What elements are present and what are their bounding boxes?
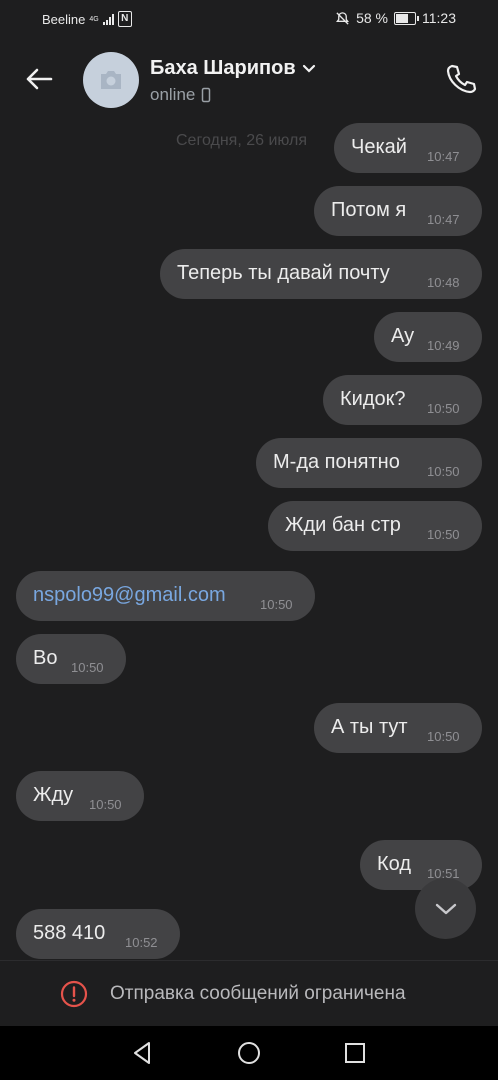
- mobile-device-icon: [202, 87, 211, 103]
- restricted-notice-bar: Отправка сообщений ограничена: [0, 960, 498, 1027]
- status-left: Beeline 4G N: [42, 11, 132, 27]
- contact-name: Баха Шарипов: [150, 57, 296, 79]
- back-button[interactable]: [22, 62, 56, 96]
- message-text: Чекай: [351, 136, 407, 158]
- date-separator: Сегодня, 26 июля: [176, 132, 308, 149]
- message-time: 10:50: [427, 527, 460, 542]
- status-right: 58 % 11:23: [335, 10, 456, 26]
- message-bubble-out[interactable]: М-да понятно 10:50: [256, 438, 482, 488]
- message-bubble-out[interactable]: Жди бан стр 10:50: [268, 501, 482, 551]
- contact-status: online: [150, 85, 196, 104]
- message-time: 10:49: [427, 338, 460, 353]
- message-bubble-in[interactable]: Жду 10:50: [16, 771, 144, 821]
- chat-header: Баха Шарипов online: [0, 38, 498, 122]
- nfc-icon: N: [117, 11, 132, 27]
- message-time: 10:50: [89, 797, 122, 812]
- arrow-left-icon: [26, 68, 53, 90]
- nav-recents-icon[interactable]: [342, 1040, 368, 1066]
- nav-home-icon[interactable]: [236, 1040, 262, 1066]
- restricted-notice-text: Отправка сообщений ограничена: [110, 983, 406, 1004]
- message-time: 10:47: [427, 149, 460, 164]
- message-bubble-out[interactable]: Чекай 10:47: [334, 123, 482, 173]
- message-text: А ты тут: [331, 716, 408, 738]
- call-button[interactable]: [444, 62, 478, 96]
- message-bubble-out[interactable]: Потом я 10:47: [314, 186, 482, 236]
- message-text: Теперь ты давай почту: [177, 262, 390, 284]
- message-bubble-out[interactable]: Ау 10:49: [374, 312, 482, 362]
- message-time: 10:48: [427, 275, 460, 290]
- network-type: 4G: [89, 15, 99, 23]
- message-time: 10:47: [427, 212, 460, 227]
- message-text: Жду: [33, 784, 74, 806]
- status-bar: Beeline 4G N 58 % 11:23: [0, 0, 498, 38]
- message-text: Кидок?: [340, 388, 406, 410]
- message-text: Потом я: [331, 199, 407, 221]
- battery-icon: [394, 11, 419, 25]
- avatar[interactable]: [83, 52, 139, 108]
- message-bubble-out[interactable]: Теперь ты давай почту 10:48: [160, 249, 482, 299]
- message-bubble-in[interactable]: 588 410 10:52: [16, 909, 180, 959]
- message-text: Ау: [391, 325, 415, 347]
- message-time: 10:52: [125, 935, 158, 950]
- scroll-to-bottom-button[interactable]: [415, 878, 476, 939]
- chevron-down-icon: [302, 64, 315, 73]
- message-bubble-in[interactable]: nspolo99@gmail.com 10:50: [16, 571, 315, 621]
- message-text: Во: [33, 647, 58, 669]
- message-text: Код: [377, 853, 412, 875]
- camera-icon: [101, 71, 121, 89]
- clock: 11:23: [422, 10, 456, 26]
- battery-percent: 58 %: [356, 10, 388, 26]
- contact-name-row[interactable]: Баха Шарипов: [150, 57, 316, 80]
- message-time: 10:50: [427, 464, 460, 479]
- message-bubble-out[interactable]: Кидок? 10:50: [323, 375, 482, 425]
- message-time: 10:50: [427, 729, 460, 744]
- chevron-down-icon: [435, 903, 456, 914]
- message-bubble-in[interactable]: Во 10:50: [16, 634, 126, 684]
- message-time: 10:50: [71, 660, 104, 675]
- message-email-link[interactable]: nspolo99@gmail.com: [33, 584, 226, 607]
- bell-off-icon: [336, 11, 350, 25]
- message-text: М-да понятно: [273, 451, 400, 473]
- system-nav-bar: [0, 1026, 498, 1080]
- contact-status-row: online: [150, 85, 211, 105]
- exclamation-circle-icon: [60, 980, 88, 1008]
- message-text: 588 410: [33, 922, 106, 944]
- signal-icon: [102, 13, 114, 25]
- message-time: 10:50: [260, 597, 293, 612]
- phone-icon: [446, 64, 477, 94]
- message-text: Жди бан стр: [285, 514, 401, 536]
- message-bubble-out[interactable]: Код 10:51: [360, 840, 482, 890]
- message-time: 10:50: [427, 401, 460, 416]
- message-bubble-out[interactable]: А ты тут 10:50: [314, 703, 482, 753]
- carrier-label: Beeline: [42, 11, 86, 27]
- nav-back-icon[interactable]: [130, 1040, 156, 1066]
